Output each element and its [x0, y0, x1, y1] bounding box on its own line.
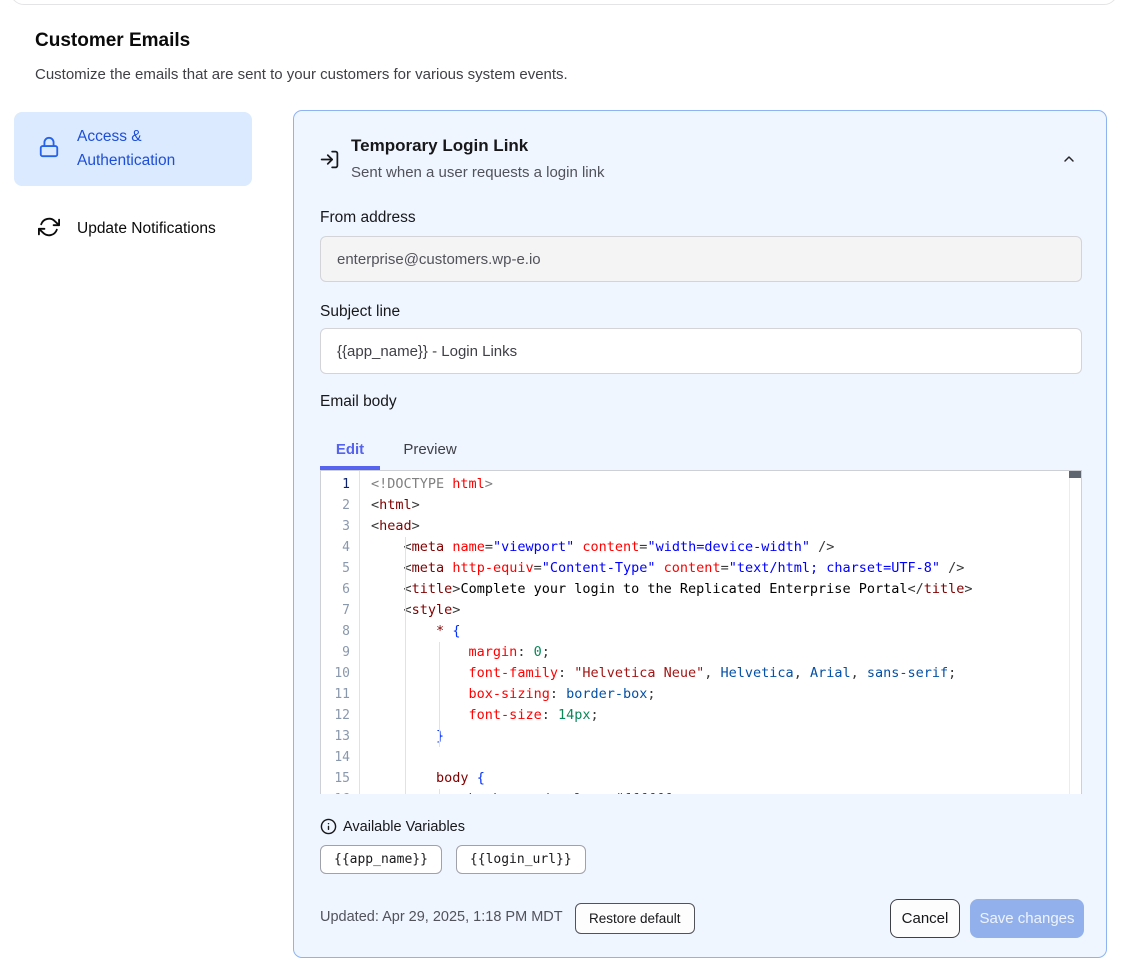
editor-scrollbar-thumb[interactable] — [1069, 471, 1081, 478]
email-body-label: Email body — [320, 393, 397, 411]
lock-icon — [38, 136, 60, 163]
tab-preview[interactable]: Preview — [380, 433, 480, 465]
code-line: <!DOCTYPE html> — [371, 474, 1081, 495]
code-line: background-color: #ffffff; — [371, 789, 1081, 794]
line-number: 12 — [321, 705, 350, 726]
line-number: 13 — [321, 726, 350, 747]
line-number: 10 — [321, 663, 350, 684]
line-number: 11 — [321, 684, 350, 705]
line-number: 14 — [321, 747, 350, 768]
line-number: 9 — [321, 642, 350, 663]
editor-scrollbar[interactable] — [1069, 471, 1081, 794]
code-line: margin: 0; — [371, 642, 1081, 663]
code-line: box-sizing: border-box; — [371, 684, 1081, 705]
collapse-panel-button[interactable] — [1056, 147, 1082, 173]
code-line: font-size: 14px; — [371, 705, 1081, 726]
line-number: 8 — [321, 621, 350, 642]
sidebar-item-label: Access & Authentication — [77, 125, 238, 173]
variable-chip-app-name[interactable]: {{app_name}} — [320, 845, 442, 874]
refresh-icon — [38, 216, 60, 243]
from-address-input[interactable] — [320, 236, 1082, 282]
sidebar-item-label: Update Notifications — [77, 220, 216, 238]
line-number: 3 — [321, 516, 350, 537]
line-number: 15 — [321, 768, 350, 789]
clipped-top-card — [10, 0, 1118, 5]
line-numbers: 12345678910111213141516 — [321, 474, 371, 794]
panel-title: Temporary Login Link — [351, 136, 528, 156]
subject-line-input[interactable] — [320, 328, 1082, 374]
info-icon — [320, 818, 337, 840]
login-icon — [319, 149, 340, 175]
line-number: 7 — [321, 600, 350, 621]
save-changes-button[interactable]: Save changes — [970, 899, 1084, 938]
line-number: 16 — [321, 789, 350, 794]
page-title: Customer Emails — [35, 30, 190, 52]
available-variables-label: Available Variables — [343, 819, 465, 835]
line-number: 5 — [321, 558, 350, 579]
code-line: <title>Complete your login to the Replic… — [371, 579, 1081, 600]
code-line: <html> — [371, 495, 1081, 516]
page-subtitle: Customize the emails that are sent to yo… — [35, 66, 568, 83]
sidebar-item-update-notifications[interactable]: Update Notifications — [14, 205, 252, 253]
subject-line-label: Subject line — [320, 303, 400, 321]
email-template-panel: Temporary Login Link Sent when a user re… — [293, 110, 1107, 958]
code-line: body { — [371, 768, 1081, 789]
indent-guide — [439, 642, 440, 747]
code-line: <meta name="viewport" content="width=dev… — [371, 537, 1081, 558]
code-lines: <!DOCTYPE html><html><head> <meta name="… — [371, 474, 1081, 794]
line-number: 2 — [321, 495, 350, 516]
restore-default-button[interactable]: Restore default — [575, 903, 695, 934]
variable-chip-login-url[interactable]: {{login_url}} — [456, 845, 586, 874]
line-number: 6 — [321, 579, 350, 600]
code-editor[interactable]: 12345678910111213141516 <!DOCTYPE html><… — [320, 470, 1082, 794]
chevron-up-icon — [1061, 151, 1077, 170]
code-line: <meta http-equiv="Content-Type" content=… — [371, 558, 1081, 579]
code-line: } — [371, 726, 1081, 747]
code-line: <head> — [371, 516, 1081, 537]
indent-guide — [359, 471, 360, 794]
code-line: * { — [371, 621, 1081, 642]
line-number: 4 — [321, 537, 350, 558]
indent-guide — [439, 789, 440, 794]
code-line — [371, 747, 1081, 768]
from-address-label: From address — [320, 209, 416, 227]
code-line: <style> — [371, 600, 1081, 621]
tab-edit[interactable]: Edit — [320, 433, 380, 465]
sidebar-item-access-authentication[interactable]: Access & Authentication — [14, 112, 252, 186]
updated-timestamp: Updated: Apr 29, 2025, 1:18 PM MDT — [320, 909, 563, 925]
panel-subtitle: Sent when a user requests a login link — [351, 164, 604, 181]
cancel-button[interactable]: Cancel — [890, 899, 960, 938]
code-line: font-family: "Helvetica Neue", Helvetica… — [371, 663, 1081, 684]
line-number: 1 — [321, 474, 350, 495]
indent-guide — [405, 537, 406, 794]
